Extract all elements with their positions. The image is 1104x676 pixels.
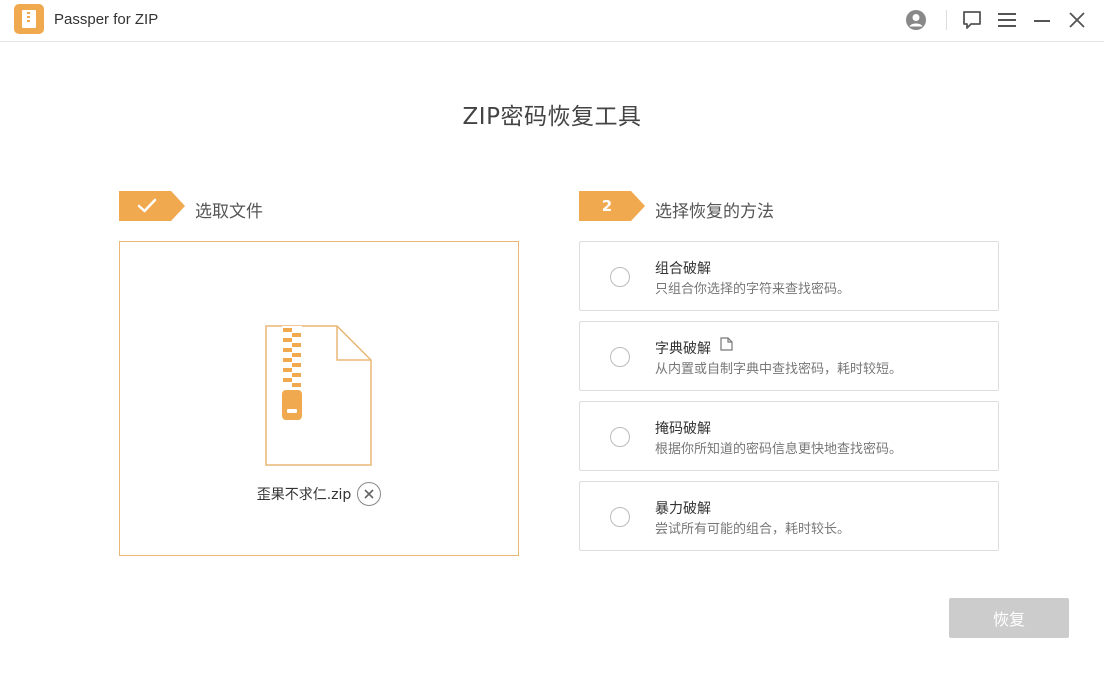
app-logo-icon [14, 4, 44, 34]
menu-icon[interactable] [995, 8, 1019, 32]
method-desc: 从内置或自制字典中查找密码，耗时较短。 [655, 362, 903, 377]
step1-label: 选取文件 [195, 202, 263, 222]
radio-brute-force[interactable] [610, 507, 630, 527]
radio-combination[interactable] [610, 267, 630, 287]
titlebar-separator [946, 10, 947, 30]
method-title: 暴力破解 [655, 501, 711, 517]
recover-button[interactable]: 恢复 [949, 598, 1069, 638]
zip-file-icon [265, 325, 372, 466]
file-drop-area[interactable]: 歪果不求仁.zip [119, 241, 519, 556]
method-desc: 根据你所知道的密码信息更快地查找密码。 [655, 442, 903, 457]
method-title: 字典破解 [655, 341, 711, 357]
title-bar: Passper for ZIP [0, 0, 1104, 42]
file-name: 歪果不求仁.zip [256, 487, 352, 503]
app-title: Passper for ZIP [54, 11, 159, 28]
method-title: 掩码破解 [655, 421, 711, 437]
selected-file-row: 歪果不求仁.zip [120, 482, 518, 506]
page-title: ZIP密码恢复工具 [462, 104, 642, 130]
step2-number: 2 [601, 197, 613, 215]
close-icon[interactable] [1065, 8, 1089, 32]
feedback-icon[interactable] [960, 8, 984, 32]
remove-x-icon [364, 489, 374, 499]
method-mask[interactable]: 掩码破解 根据你所知道的密码信息更快地查找密码。 [579, 401, 999, 471]
check-icon [137, 198, 157, 213]
step2-badge: 2 [579, 191, 645, 221]
remove-file-button[interactable] [357, 482, 382, 506]
method-dictionary[interactable]: 字典破解 从内置或自制字典中查找密码，耗时较短。 [579, 321, 999, 391]
method-title: 组合破解 [655, 261, 711, 277]
method-desc: 只组合你选择的字符来查找密码。 [655, 282, 851, 297]
method-combination[interactable]: 组合破解 只组合你选择的字符来查找密码。 [579, 241, 999, 311]
step2-label: 选择恢复的方法 [655, 202, 774, 222]
step1-badge [119, 191, 185, 221]
dictionary-file-icon[interactable] [720, 337, 733, 351]
minimize-icon[interactable] [1030, 8, 1054, 32]
method-brute-force[interactable]: 暴力破解 尝试所有可能的组合，耗时较长。 [579, 481, 999, 551]
radio-mask[interactable] [610, 427, 630, 447]
radio-dictionary[interactable] [610, 347, 630, 367]
method-desc: 尝试所有可能的组合，耗时较长。 [655, 522, 851, 537]
account-icon[interactable] [904, 8, 928, 32]
